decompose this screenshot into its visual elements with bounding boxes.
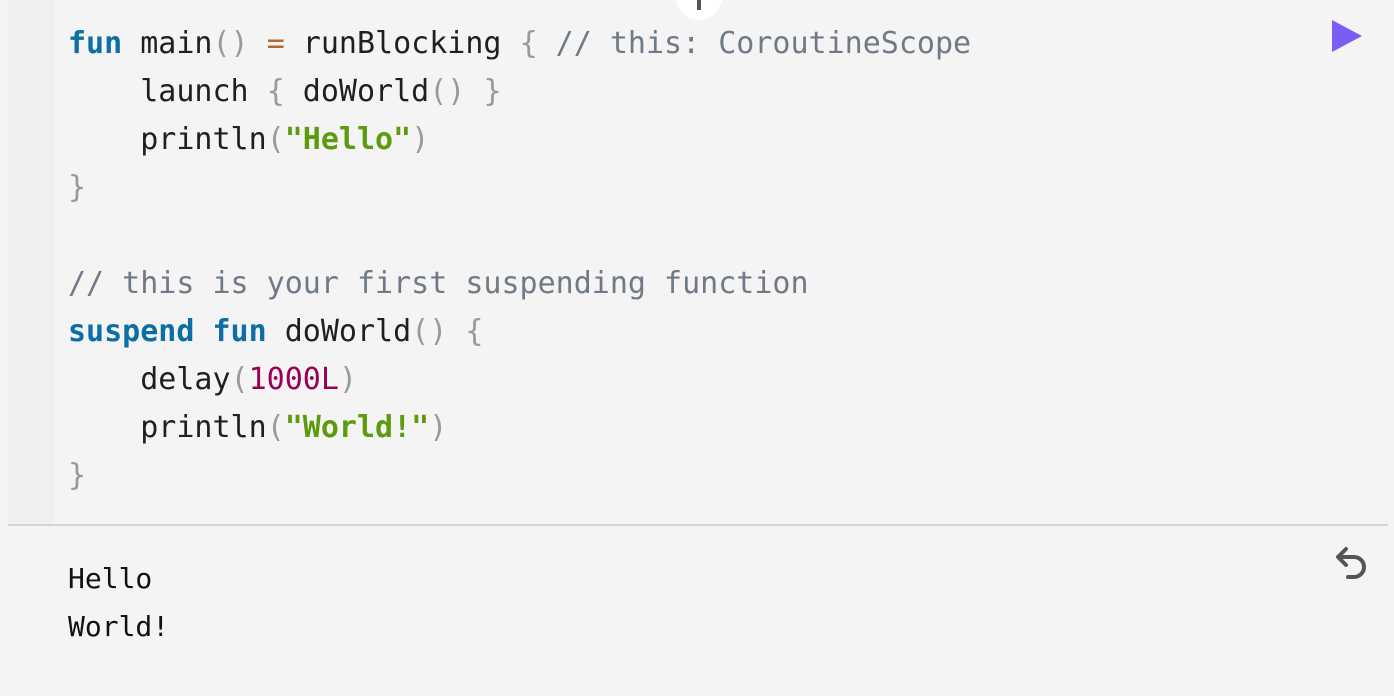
code-line: delay(1000L) bbox=[68, 356, 971, 404]
code-token: ( bbox=[230, 362, 249, 397]
code-token: 1000L bbox=[248, 362, 339, 397]
code-line: println("World!") bbox=[68, 404, 971, 452]
code-line: // this is your first suspending functio… bbox=[68, 260, 971, 308]
code-token: "World!" bbox=[284, 410, 430, 445]
output-panel: Hello World! bbox=[68, 555, 169, 651]
code-token: println bbox=[68, 122, 267, 157]
code-token: println bbox=[68, 410, 267, 445]
code-line: launch { doWorld() } bbox=[68, 68, 971, 116]
code-token: () bbox=[411, 314, 448, 349]
run-button[interactable] bbox=[1330, 18, 1364, 54]
code-line: suspend fun doWorld() { bbox=[68, 308, 971, 356]
code-token: = bbox=[266, 26, 285, 61]
code-token: { bbox=[465, 314, 484, 349]
code-token: launch bbox=[68, 74, 267, 109]
code-area[interactable]: fun main() = runBlocking { // this: Coro… bbox=[68, 20, 971, 500]
code-line: } bbox=[68, 164, 971, 212]
play-icon bbox=[1332, 20, 1362, 52]
code-token: } bbox=[68, 458, 87, 493]
kotlin-playground: fun main() = runBlocking { // this: Coro… bbox=[0, 0, 1394, 696]
output-line: World! bbox=[68, 610, 170, 643]
code-token: main bbox=[122, 26, 213, 61]
code-token: runBlocking bbox=[284, 26, 520, 61]
undo-icon[interactable] bbox=[1332, 542, 1372, 582]
code-token: { bbox=[266, 74, 285, 109]
code-editor[interactable]: fun main() = runBlocking { // this: Coro… bbox=[8, 0, 1388, 524]
code-token: ( bbox=[266, 410, 285, 445]
code-token: () bbox=[429, 74, 466, 109]
code-token: // this is your first suspending functio… bbox=[68, 266, 809, 301]
code-line: } bbox=[68, 452, 971, 500]
code-token: suspend bbox=[68, 314, 195, 349]
code-line: fun main() = runBlocking { // this: Coro… bbox=[68, 20, 971, 68]
code-token: doWorld bbox=[266, 314, 412, 349]
code-line: println("Hello") bbox=[68, 116, 971, 164]
code-token: delay bbox=[68, 362, 231, 397]
code-token: ) bbox=[411, 122, 430, 157]
code-token: () bbox=[212, 26, 249, 61]
code-token: ( bbox=[266, 122, 285, 157]
output-line: Hello bbox=[68, 562, 153, 595]
editor-gutter bbox=[8, 0, 54, 524]
code-token: fun bbox=[212, 314, 267, 349]
code-token: { bbox=[519, 26, 538, 61]
code-token: } bbox=[68, 170, 87, 205]
code-token: fun bbox=[68, 26, 123, 61]
code-token: doWorld bbox=[284, 74, 430, 109]
code-token: // this: CoroutineScope bbox=[537, 26, 972, 61]
code-token: "Hello" bbox=[284, 122, 412, 157]
output-divider bbox=[8, 524, 1388, 526]
code-token: } bbox=[483, 74, 502, 109]
code-token: ) bbox=[429, 410, 448, 445]
code-token: ) bbox=[338, 362, 357, 397]
